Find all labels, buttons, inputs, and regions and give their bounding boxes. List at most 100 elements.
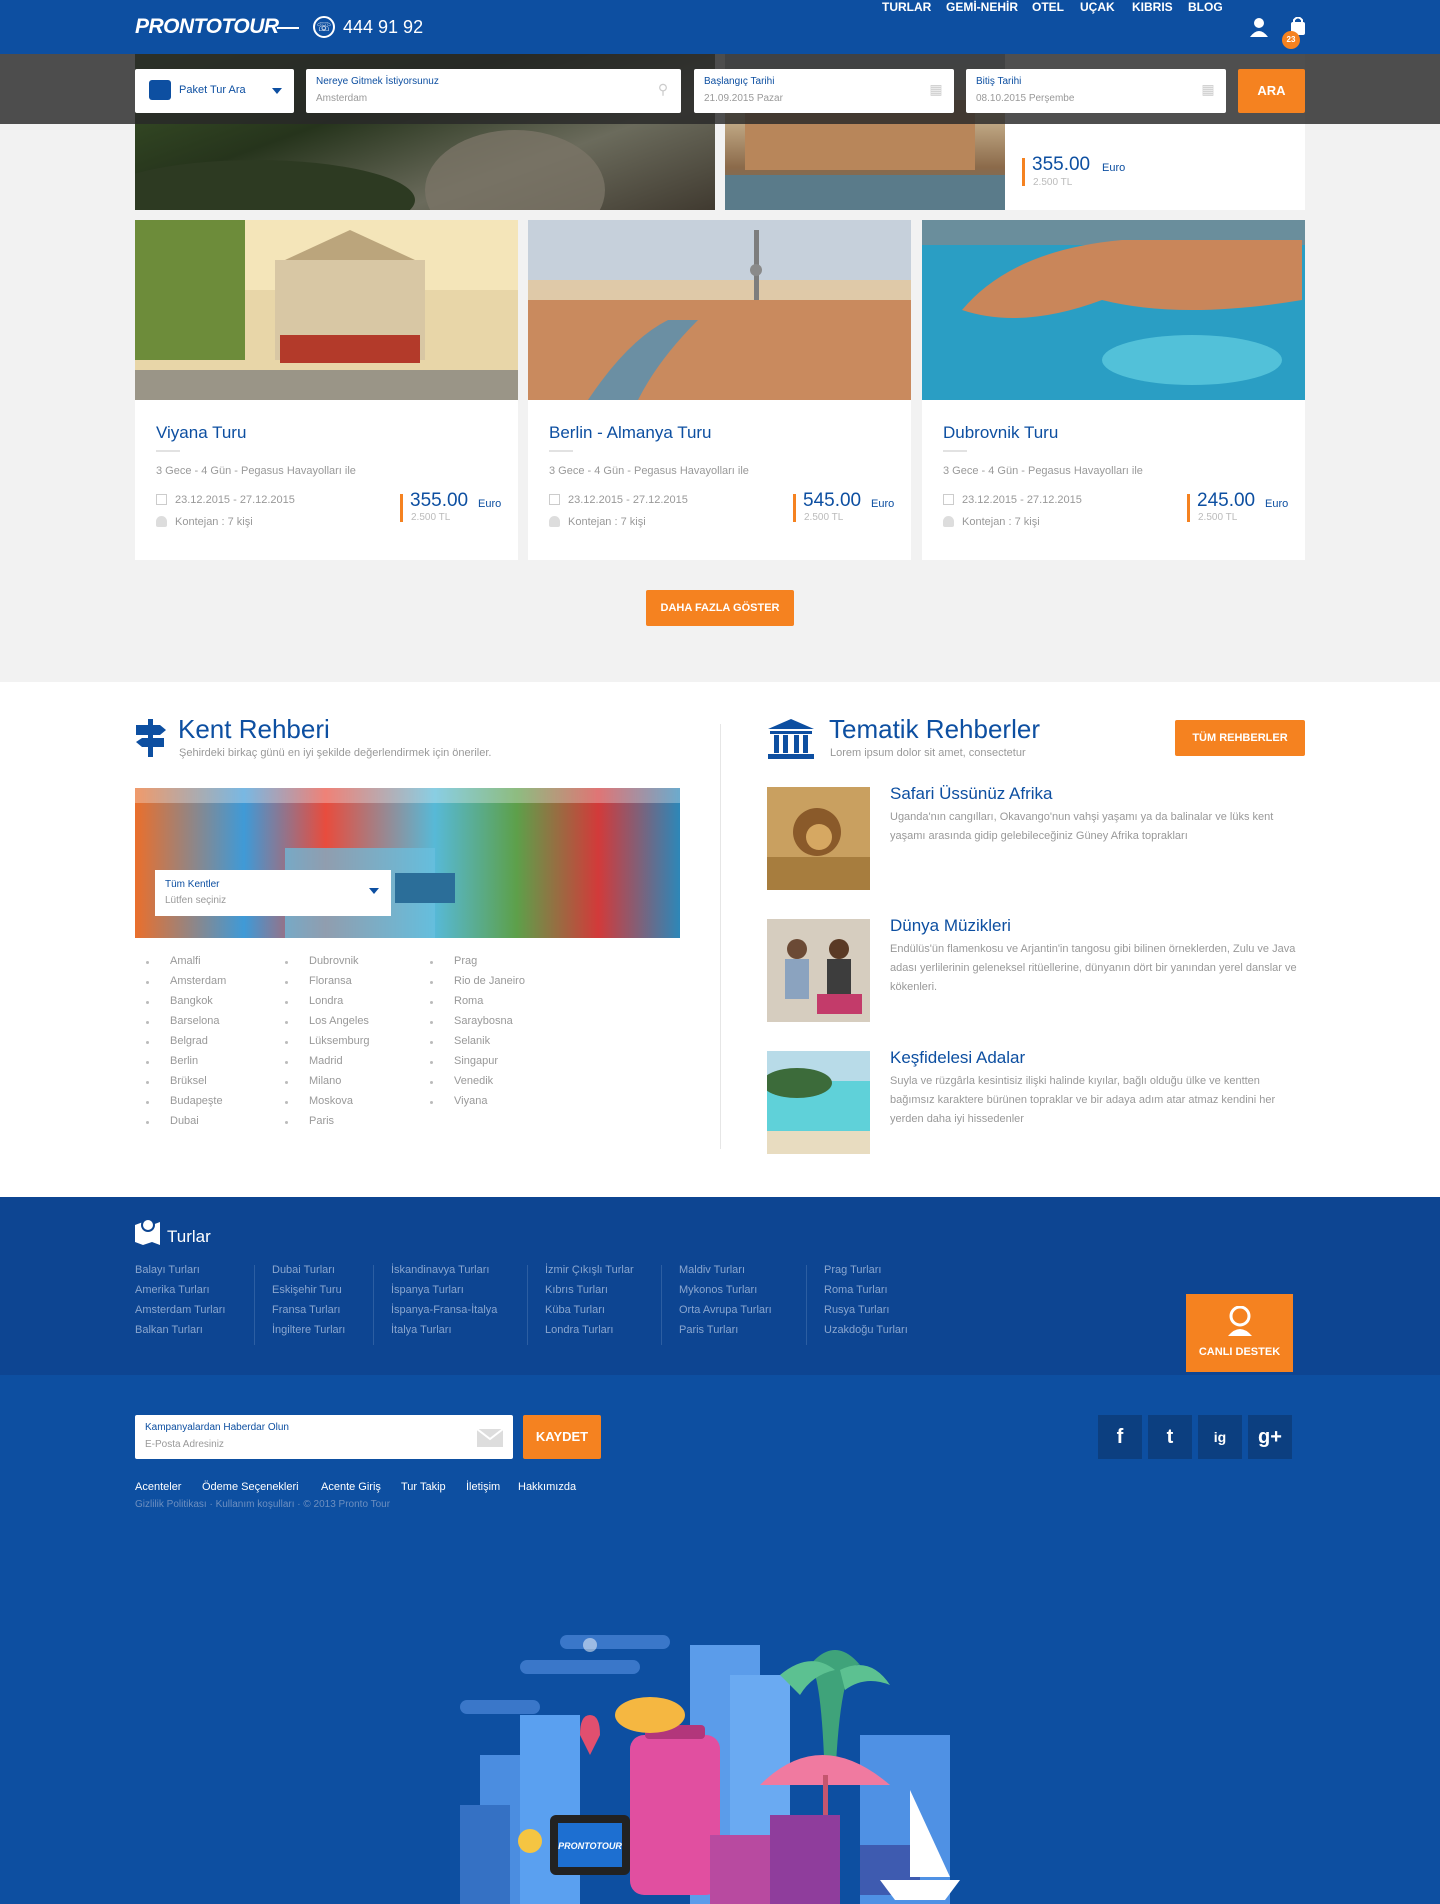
footer-link-tur-takip[interactable]: Tur Takip	[401, 1481, 446, 1493]
city-link[interactable]: Berlin	[170, 1055, 198, 1067]
newsletter-email-field[interactable]: Kampanyalardan Haberdar Olun E-Posta Adr…	[135, 1415, 513, 1459]
footer-link-hakkimizda[interactable]: Hakkımızda	[518, 1481, 576, 1493]
footer-tour-link[interactable]: İspanya-Fransa-İtalya	[391, 1304, 497, 1316]
footer-tour-link[interactable]: İskandinavya Turları	[391, 1264, 489, 1276]
city-link[interactable]: Dubai	[170, 1115, 199, 1127]
city-link[interactable]: Moskova	[309, 1095, 353, 1107]
city-link[interactable]: Selanik	[454, 1035, 490, 1047]
section-divider	[720, 724, 721, 1149]
city-link[interactable]: Lüksemburg	[309, 1035, 370, 1047]
footer-tour-link[interactable]: İtalya Turları	[391, 1324, 452, 1336]
footer-tour-link[interactable]: Küba Turları	[545, 1304, 605, 1316]
show-more-button[interactable]: DAHA FAZLA GÖSTER	[646, 590, 794, 626]
city-link[interactable]: Madrid	[309, 1055, 343, 1067]
footer-tour-link[interactable]: Dubai Turları	[272, 1264, 335, 1276]
footer-tour-link[interactable]: Maldiv Turları	[679, 1264, 745, 1276]
all-guides-button[interactable]: TÜM REHBERLER	[1175, 720, 1305, 756]
search-type-select[interactable]: Paket Tur Ara	[135, 69, 294, 113]
nav-blog[interactable]: BLOG	[1188, 0, 1223, 14]
city-select[interactable]: Tüm Kentler Lütfen seçiniz	[155, 870, 391, 916]
footer-tour-link[interactable]: Roma Turları	[824, 1284, 888, 1296]
site-header: PRONTOTOUR ☏ 444 91 92 TURLAR GEMİ-NEHİR…	[0, 0, 1440, 54]
live-support-button[interactable]: CANLI DESTEK	[1186, 1294, 1293, 1372]
travel-illustration: PRONTOTOUR	[460, 1635, 960, 1904]
footer-tour-link[interactable]: İngiltere Turları	[272, 1324, 345, 1336]
footer-link-acenteler[interactable]: Acenteler	[135, 1481, 181, 1493]
legal-text[interactable]: Gizlilik Politikası · Kullanım koşulları…	[135, 1499, 390, 1510]
footer-link-acente-giris[interactable]: Acente Giriş	[321, 1481, 381, 1493]
nav-otel[interactable]: OTEL	[1032, 0, 1064, 14]
city-link[interactable]: Barselona	[170, 1015, 220, 1027]
start-date-field[interactable]: Başlangıç Tarihi 21.09.2015 Pazar ▦	[694, 69, 954, 113]
footer-tour-link[interactable]: Uzakdoğu Turları	[824, 1324, 908, 1336]
footer-tour-link[interactable]: İspanya Turları	[391, 1284, 464, 1296]
footer-tour-link[interactable]: Balayı Turları	[135, 1264, 200, 1276]
city-link[interactable]: Paris	[309, 1115, 334, 1127]
city-link[interactable]: Londra	[309, 995, 343, 1007]
footer-tour-link[interactable]: Mykonos Turları	[679, 1284, 757, 1296]
guide-title[interactable]: Safari Üssünüz Afrika	[890, 784, 1053, 804]
footer-tour-link[interactable]: Orta Avrupa Turları	[679, 1304, 772, 1316]
city-link[interactable]: Amalfi	[170, 955, 201, 967]
nav-gemi-nehir[interactable]: GEMİ-NEHİR	[946, 0, 1018, 14]
footer-link-odeme[interactable]: Ödeme Seçenekleri	[202, 1481, 299, 1493]
footer-tour-link[interactable]: Prag Turları	[824, 1264, 881, 1276]
footer-link-iletisim[interactable]: İletişim	[466, 1481, 500, 1493]
footer-tour-link[interactable]: Eskişehir Turu	[272, 1284, 342, 1296]
tour-title[interactable]: Viyana Turu	[156, 423, 246, 443]
tour-card-dubrovnik[interactable]: Dubrovnik Turu 3 Gece - 4 Gün - Pegasus …	[922, 220, 1305, 560]
guide-image-islands[interactable]	[767, 1051, 870, 1154]
footer-tour-link[interactable]: İzmir Çıkışlı Turlar	[545, 1264, 634, 1276]
facebook-icon[interactable]: f	[1098, 1415, 1142, 1459]
footer-tour-link[interactable]: Balkan Turları	[135, 1324, 203, 1336]
user-icon[interactable]	[1250, 17, 1268, 37]
guide-title[interactable]: Dünya Müzikleri	[890, 916, 1011, 936]
tour-card-berlin[interactable]: Berlin - Almanya Turu 3 Gece - 4 Gün - P…	[528, 220, 911, 560]
user-icon	[156, 516, 167, 527]
footer-tour-link[interactable]: Londra Turları	[545, 1324, 613, 1336]
city-link[interactable]: Saraybosna	[454, 1015, 513, 1027]
city-link[interactable]: Rio de Janeiro	[454, 975, 525, 987]
city-link[interactable]: Bangkok	[170, 995, 213, 1007]
city-guide-title: Kent Rehberi	[178, 714, 330, 744]
newsletter-save-button[interactable]: KAYDET	[523, 1415, 601, 1459]
guide-image-music[interactable]	[767, 919, 870, 1022]
footer-tour-link[interactable]: Paris Turları	[679, 1324, 738, 1336]
city-link[interactable]: Roma	[454, 995, 483, 1007]
google-plus-icon[interactable]: g+	[1248, 1415, 1292, 1459]
tour-title[interactable]: Dubrovnik Turu	[943, 423, 1058, 443]
search-button[interactable]: ARA	[1238, 69, 1305, 113]
city-link[interactable]: Dubrovnik	[309, 955, 359, 967]
twitter-icon[interactable]: t	[1148, 1415, 1192, 1459]
city-link[interactable]: Brüksel	[170, 1075, 207, 1087]
city-link[interactable]: Prag	[454, 955, 477, 967]
footer-tour-link[interactable]: Fransa Turları	[272, 1304, 340, 1316]
nav-kibris[interactable]: KIBRIS	[1132, 0, 1173, 14]
footer-tour-link[interactable]: Kıbrıs Turları	[545, 1284, 608, 1296]
destination-field[interactable]: Nereye Gitmek İstiyorsunuz Amsterdam ⚲	[306, 69, 681, 113]
city-link[interactable]: Amsterdam	[170, 975, 226, 987]
city-link[interactable]: Milano	[309, 1075, 341, 1087]
city-link[interactable]: Los Angeles	[309, 1015, 369, 1027]
footer-tour-link[interactable]: Rusya Turları	[824, 1304, 889, 1316]
guide-title[interactable]: Keşfidelesi Adalar	[890, 1048, 1025, 1068]
city-link[interactable]: Singapur	[454, 1055, 498, 1067]
nav-ucak[interactable]: UÇAK	[1080, 0, 1115, 14]
phone-number[interactable]: 444 91 92	[343, 17, 423, 38]
footer-tour-link[interactable]: Amerika Turları	[135, 1284, 210, 1296]
tour-card-viyana[interactable]: Viyana Turu 3 Gece - 4 Gün - Pegasus Hav…	[135, 220, 518, 560]
instagram-icon[interactable]: ig	[1198, 1415, 1242, 1459]
guide-image-safari[interactable]	[767, 787, 870, 890]
end-date-field[interactable]: Bitiş Tarihi 08.10.2015 Perşembe ▦	[966, 69, 1226, 113]
thematic-title: Tematik Rehberler	[829, 714, 1040, 744]
tour-title[interactable]: Berlin - Almanya Turu	[549, 423, 712, 443]
featured-price-tl: 2.500 TL	[1033, 177, 1073, 188]
footer-tour-link[interactable]: Amsterdam Turları	[135, 1304, 225, 1316]
city-link[interactable]: Belgrad	[170, 1035, 208, 1047]
city-link[interactable]: Viyana	[454, 1095, 487, 1107]
city-link[interactable]: Budapeşte	[170, 1095, 223, 1107]
city-link[interactable]: Floransa	[309, 975, 352, 987]
site-logo[interactable]: PRONTOTOUR	[135, 15, 279, 39]
city-link[interactable]: Venedik	[454, 1075, 493, 1087]
nav-turlar[interactable]: TURLAR	[882, 0, 931, 14]
